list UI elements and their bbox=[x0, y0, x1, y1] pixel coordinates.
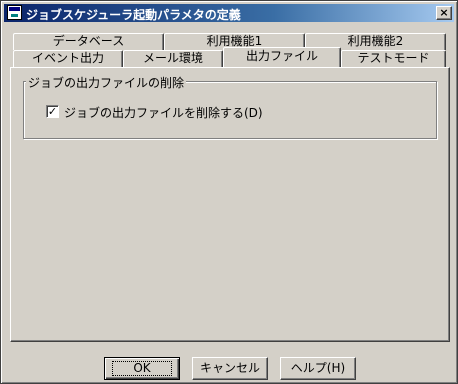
group-title: ジョブの出力ファイルの削除 bbox=[26, 74, 187, 91]
tab-mail-environment-label: メール環境 bbox=[142, 51, 203, 65]
tab-feature-1-label: 利用機能1 bbox=[206, 34, 263, 48]
cancel-button[interactable]: キャンセル bbox=[192, 357, 268, 380]
tab-database[interactable]: データベース bbox=[13, 33, 164, 50]
tab-event-output[interactable]: イベント出力 bbox=[13, 50, 123, 67]
cancel-button-label: キャンセル bbox=[199, 361, 260, 375]
window-title: ジョブスケジューラ起動パラメタの定義 bbox=[26, 8, 241, 22]
app-icon bbox=[7, 5, 22, 20]
tab-mail-environment[interactable]: メール環境 bbox=[123, 50, 223, 67]
tab-output-file-label: 出力ファイル bbox=[245, 49, 318, 63]
tab-output-file[interactable]: 出力ファイル bbox=[223, 47, 341, 67]
tab-event-output-label: イベント出力 bbox=[31, 51, 104, 65]
close-button[interactable]: × bbox=[436, 6, 452, 20]
ok-button[interactable]: OK bbox=[104, 357, 180, 380]
title-bar[interactable]: ジョブスケジューラ起動パラメタの定義 × bbox=[4, 4, 454, 22]
ok-button-label: OK bbox=[112, 361, 172, 376]
tab-panel: ジョブの出力ファイルの削除 ✓ ジョブの出力ファイルを削除する(D) bbox=[10, 67, 450, 342]
tab-test-mode[interactable]: テストモード bbox=[341, 50, 446, 67]
dialog-window: ジョブスケジューラ起動パラメタの定義 × データベース 利用機能1 利用機能2 … bbox=[0, 0, 458, 384]
help-button[interactable]: ヘルプ(H) bbox=[280, 357, 356, 380]
help-button-label: ヘルプ(H) bbox=[290, 361, 346, 375]
tab-feature-2-label: 利用機能2 bbox=[347, 34, 404, 48]
delete-output-file-checkbox[interactable]: ✓ bbox=[46, 105, 59, 118]
delete-output-file-label[interactable]: ジョブの出力ファイルを削除する(D) bbox=[64, 104, 263, 121]
tab-database-label: データベース bbox=[52, 34, 125, 48]
tab-test-mode-label: テストモード bbox=[357, 51, 430, 65]
output-file-delete-group: ジョブの出力ファイルの削除 ✓ ジョブの出力ファイルを削除する(D) bbox=[23, 74, 437, 139]
